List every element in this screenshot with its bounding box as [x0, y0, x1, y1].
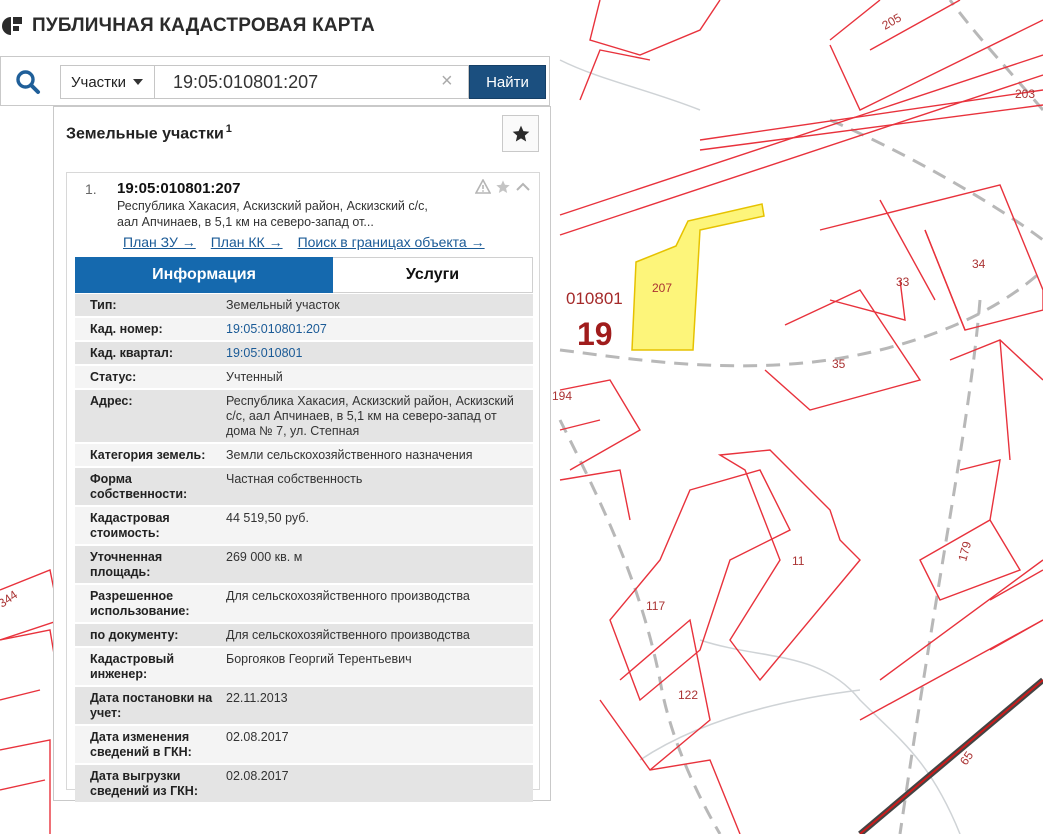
result-address: Республика Хакасия, Аскизский район, Аск…: [117, 199, 428, 229]
info-table: Тип: Земельный участок Кад. номер: 19:05…: [75, 294, 533, 804]
info-key: Категория земель:: [90, 448, 206, 462]
info-row-cad-quarter: Кад. квартал: 19:05:010801: [75, 342, 533, 366]
info-key: Кадастровая стоимость:: [90, 511, 170, 540]
info-value: 22.11.2013: [226, 691, 288, 705]
info-key: Кадастровый инженер:: [90, 652, 175, 681]
info-row-permitted-use: Разрешенное использование: Для сельскохо…: [75, 585, 533, 624]
info-key: Форма собственности:: [90, 472, 188, 501]
result-cad-number[interactable]: 19:05:010801:207: [117, 180, 240, 197]
panel-title-text: Земельные участки: [66, 125, 224, 143]
info-key: Дата изменения сведений в ГКН:: [90, 730, 192, 759]
info-row-area: Уточненная площадь: 269 000 кв. м: [75, 546, 533, 585]
info-row-change-date: Дата изменения сведений в ГКН: 02.08.201…: [75, 726, 533, 765]
star-icon: [512, 125, 529, 141]
map-label-33: 33: [896, 275, 910, 289]
map-label-11: 11: [792, 554, 805, 568]
info-value: Для сельскохозяйственного производства: [226, 628, 470, 642]
info-value: Боргояков Георгий Терентьевич: [226, 652, 412, 666]
star-icon[interactable]: [495, 179, 511, 195]
info-key: Тип:: [90, 298, 117, 312]
info-value: 02.08.2017: [226, 769, 289, 783]
app-header: ПУБЛИЧНАЯ КАДАСТРОВАЯ КАРТА: [0, 8, 375, 44]
map-label-117: 117: [646, 599, 665, 613]
search-icon[interactable]: [15, 69, 41, 95]
info-row-land-category: Категория земель: Земли сельскохозяйстве…: [75, 444, 533, 468]
info-key: Разрешенное использование:: [90, 589, 190, 618]
search-type-dropdown[interactable]: Участки: [60, 65, 154, 99]
info-key: по документу:: [90, 628, 179, 642]
result-card: 1. 19:05:010801:207 Республика Хакасия, …: [66, 172, 540, 804]
info-value: Частная собственность: [226, 472, 363, 486]
info-key: Дата постановки на учет:: [90, 691, 213, 720]
app-title: ПУБЛИЧНАЯ КАДАСТРОВАЯ КАРТА: [32, 15, 375, 36]
info-key: Адрес:: [90, 394, 133, 408]
result-links: План ЗУ → План КК → Поиск в границах объ…: [123, 234, 485, 250]
info-key: Кад. номер:: [90, 322, 163, 336]
tab-info[interactable]: Информация: [75, 257, 333, 293]
link-plan-kk[interactable]: План КК →: [211, 234, 283, 250]
info-key: Дата выгрузки сведений из ГКН:: [90, 769, 198, 798]
favorites-button[interactable]: [502, 115, 539, 152]
info-row-cad-number: Кад. номер: 19:05:010801:207: [75, 318, 533, 342]
chevron-up-icon[interactable]: [515, 179, 531, 195]
info-value: Земли сельскохозяйственного назначения: [226, 448, 473, 462]
find-button[interactable]: Найти: [469, 65, 546, 99]
info-value: Учтенный: [226, 370, 283, 384]
info-value: Земельный участок: [226, 298, 340, 312]
result-tabs: Информация Услуги: [75, 257, 533, 293]
info-value: 269 000 кв. м: [226, 550, 303, 564]
link-plan-zu[interactable]: План ЗУ →: [123, 234, 196, 250]
map-label-194: 194: [552, 389, 572, 403]
link-search-in-bounds[interactable]: Поиск в границах объекта →: [298, 234, 485, 250]
chevron-down-icon: [133, 79, 143, 85]
info-key: Кад. квартал:: [90, 346, 173, 360]
info-value: Республика Хакасия, Аскизский район, Аск…: [226, 394, 514, 438]
info-key: Уточненная площадь:: [90, 550, 163, 579]
info-row-status: Статус: Учтенный: [75, 366, 533, 390]
info-value-cad-quarter-link[interactable]: 19:05:010801: [226, 346, 533, 361]
info-key: Статус:: [90, 370, 137, 384]
info-row-type: Тип: Земельный участок: [75, 294, 533, 318]
info-value-cad-number-link[interactable]: 19:05:010801:207: [226, 322, 533, 337]
clear-icon[interactable]: ×: [441, 71, 453, 91]
info-row-address: Адрес: Республика Хакасия, Аскизский рай…: [75, 390, 533, 444]
card-tools: [475, 179, 531, 195]
map-label-district: 19: [577, 316, 613, 352]
map-label-quarter: 010801: [566, 289, 623, 308]
results-count: 1: [225, 123, 232, 135]
info-value: Для сельскохозяйственного производства: [226, 589, 470, 603]
info-value: 44 519,50 руб.: [226, 511, 309, 525]
map-label-207: 207: [652, 281, 672, 295]
map-label-203: 203: [1015, 87, 1035, 101]
info-row-by-document: по документу: Для сельскохозяйственного …: [75, 624, 533, 648]
info-row-engineer: Кадастровый инженер: Боргояков Георгий Т…: [75, 648, 533, 687]
search-input[interactable]: [154, 65, 469, 99]
info-value: 02.08.2017: [226, 730, 289, 744]
info-row-export-date: Дата выгрузки сведений из ГКН: 02.08.201…: [75, 765, 533, 804]
result-index: 1.: [85, 181, 97, 197]
warning-icon[interactable]: [475, 179, 491, 195]
info-row-registration-date: Дата постановки на учет: 22.11.2013: [75, 687, 533, 726]
search-type-label: Участки: [71, 73, 126, 91]
tab-services[interactable]: Услуги: [333, 257, 533, 293]
map-label-35: 35: [832, 357, 846, 371]
search-bar: Участки × Найти: [0, 56, 550, 106]
map-label-122: 122: [678, 688, 698, 702]
map-label-34: 34: [972, 257, 986, 271]
results-panel: Земельные участки 1 1. 19:05:010801:207 Р…: [53, 106, 551, 804]
info-row-cad-value: Кадастровая стоимость: 44 519,50 руб.: [75, 507, 533, 546]
rosreestr-logo-icon: [2, 17, 22, 35]
panel-title: Земельные участки 1: [66, 123, 232, 143]
info-row-ownership: Форма собственности: Частная собственнос…: [75, 468, 533, 507]
